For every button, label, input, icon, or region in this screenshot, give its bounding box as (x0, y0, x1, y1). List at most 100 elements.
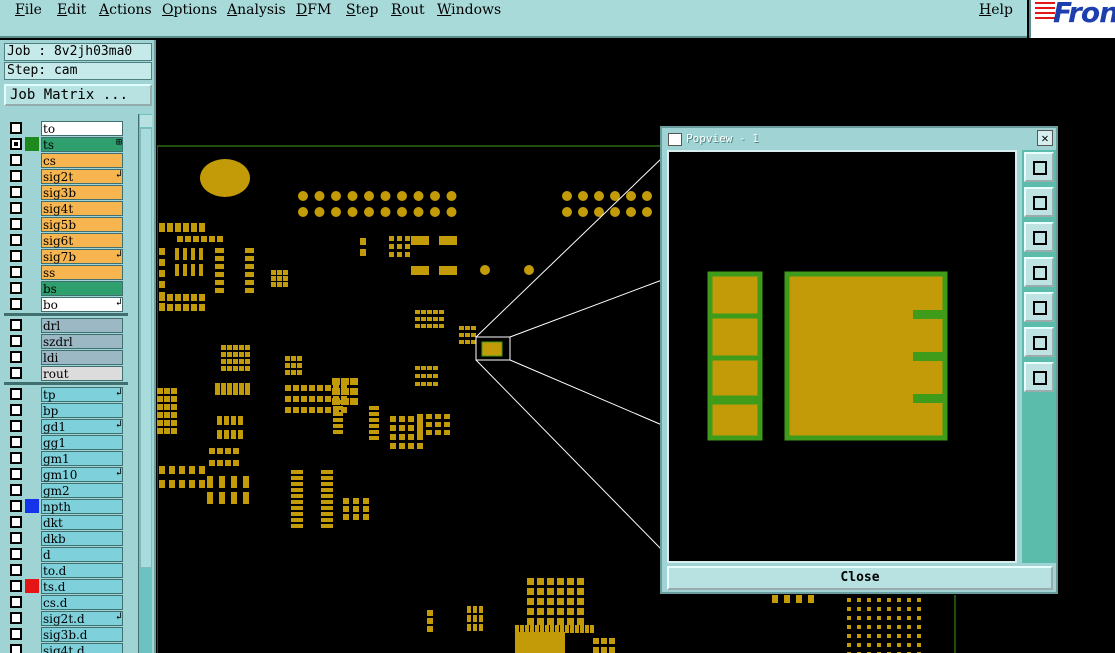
layer-row[interactable]: rout (4, 365, 128, 381)
layer-checkbox[interactable] (10, 516, 22, 528)
layer-row[interactable]: to (4, 120, 128, 136)
layer-row[interactable]: d (4, 546, 128, 562)
layer-row[interactable]: sig7b ↲ (4, 248, 128, 264)
layer-checkbox[interactable] (10, 170, 22, 182)
layer-name[interactable]: gm2 (41, 483, 123, 498)
layer-checkbox[interactable] (10, 335, 22, 347)
menu-file[interactable]: File (15, 2, 42, 18)
layer-color-swatch[interactable] (25, 318, 39, 332)
layer-row[interactable]: ss (4, 264, 128, 280)
layer-name[interactable]: npth (41, 499, 123, 514)
menu-options[interactable]: Options (162, 2, 217, 18)
scroll-up-arrow-icon[interactable] (140, 115, 152, 127)
menu-help[interactable]: Help (979, 2, 1013, 18)
layer-checkbox[interactable] (10, 644, 22, 653)
layer-color-swatch[interactable] (25, 435, 39, 449)
layer-row[interactable]: sig4t.d (4, 642, 128, 653)
layer-checkbox[interactable] (10, 122, 22, 134)
layer-row[interactable]: to.d (4, 562, 128, 578)
layer-name[interactable]: to.d (41, 563, 123, 578)
layer-checkbox[interactable] (10, 612, 22, 624)
layer-color-swatch[interactable] (25, 281, 39, 295)
layer-color-swatch[interactable] (25, 643, 39, 653)
layer-row[interactable]: sig4t (4, 200, 128, 216)
menu-rout[interactable]: Rout (391, 2, 425, 18)
layer-checkbox[interactable] (10, 154, 22, 166)
layer-color-swatch[interactable] (25, 169, 39, 183)
menu-dfm[interactable]: DFM (296, 2, 331, 18)
layer-color-swatch[interactable] (25, 547, 39, 561)
layer-row[interactable]: ts ⊞ (4, 136, 128, 152)
layer-row[interactable]: bo ↲ (4, 296, 128, 312)
layer-checkbox[interactable] (10, 250, 22, 262)
menu-actions[interactable]: Actions (99, 2, 152, 18)
layer-row[interactable]: sig6t (4, 232, 128, 248)
layer-name[interactable]: sig4t (41, 201, 123, 216)
layer-checkbox[interactable] (10, 548, 22, 560)
layer-name[interactable]: sig2t.d (41, 611, 123, 626)
layer-name[interactable]: sig2t (41, 169, 123, 184)
layer-color-swatch[interactable] (25, 233, 39, 247)
layer-name[interactable]: d (41, 547, 123, 562)
layer-checkbox[interactable] (10, 282, 22, 294)
layer-row[interactable]: tp ↲ (4, 386, 128, 402)
layer-name[interactable]: sig3b.d (41, 627, 123, 642)
layer-list-scrollbar[interactable] (138, 114, 152, 653)
menu-windows[interactable]: Windows (437, 2, 501, 18)
layer-color-swatch[interactable] (25, 579, 39, 593)
layer-checkbox[interactable] (10, 234, 22, 246)
layer-row[interactable]: gd1 ↲ (4, 418, 128, 434)
layer-name[interactable]: cs.d (41, 595, 123, 610)
layer-color-swatch[interactable] (25, 627, 39, 641)
layer-name[interactable]: sig3b (41, 185, 123, 200)
layer-checkbox[interactable] (10, 266, 22, 278)
layer-row[interactable]: bp (4, 402, 128, 418)
layer-row[interactable]: sig2t.d ↲ (4, 610, 128, 626)
layer-name[interactable]: sig4t.d (41, 643, 123, 653)
layer-color-swatch[interactable] (25, 137, 39, 151)
layer-row[interactable]: dkt (4, 514, 128, 530)
zoom-fit-icon[interactable] (1024, 152, 1054, 182)
layer-name[interactable]: cs (41, 153, 123, 168)
layer-name[interactable]: ts.d (41, 579, 123, 594)
layer-color-swatch[interactable] (25, 265, 39, 279)
layer-color-swatch[interactable] (25, 611, 39, 625)
layer-checkbox[interactable] (10, 404, 22, 416)
layer-row[interactable]: sig3b.d (4, 626, 128, 642)
layer-checkbox[interactable] (10, 298, 22, 310)
layer-color-swatch[interactable] (25, 419, 39, 433)
layer-checkbox[interactable] (10, 452, 22, 464)
layer-color-swatch[interactable] (25, 201, 39, 215)
layer-name[interactable]: sig7b (41, 249, 123, 264)
layer-color-swatch[interactable] (25, 334, 39, 348)
layer-color-swatch[interactable] (25, 451, 39, 465)
layer-name[interactable]: gd1 (41, 419, 123, 434)
layer-checkbox[interactable] (10, 468, 22, 480)
layer-color-swatch[interactable] (25, 350, 39, 364)
layer-name[interactable]: gg1 (41, 435, 123, 450)
layer-name[interactable]: dkt (41, 515, 123, 530)
layer-name[interactable]: ldi (41, 350, 123, 365)
layer-checkbox[interactable] (10, 388, 22, 400)
layer-checkbox[interactable] (10, 138, 22, 150)
layer-row[interactable]: ts.d (4, 578, 128, 594)
scroll-thumb[interactable] (140, 128, 152, 568)
layer-color-swatch[interactable] (25, 563, 39, 577)
zoom-out-icon[interactable] (1024, 327, 1054, 357)
layer-color-swatch[interactable] (25, 499, 39, 513)
layer-checkbox[interactable] (10, 500, 22, 512)
layer-checkbox[interactable] (10, 319, 22, 331)
layer-name[interactable]: bs (41, 281, 123, 296)
layer-row[interactable]: cs (4, 152, 128, 168)
layer-name[interactable]: to (41, 121, 123, 136)
layer-checkbox[interactable] (10, 186, 22, 198)
layer-color-swatch[interactable] (25, 249, 39, 263)
layer-name[interactable]: bo (41, 297, 123, 312)
layer-name[interactable]: ts (41, 137, 123, 152)
layer-color-swatch[interactable] (25, 153, 39, 167)
layer-row[interactable]: gm10 ↲ (4, 466, 128, 482)
job-matrix-button[interactable]: Job Matrix ... (4, 84, 152, 106)
layer-name[interactable]: dkb (41, 531, 123, 546)
zoom-in-icon[interactable] (1024, 362, 1054, 392)
layer-color-swatch[interactable] (25, 121, 39, 135)
